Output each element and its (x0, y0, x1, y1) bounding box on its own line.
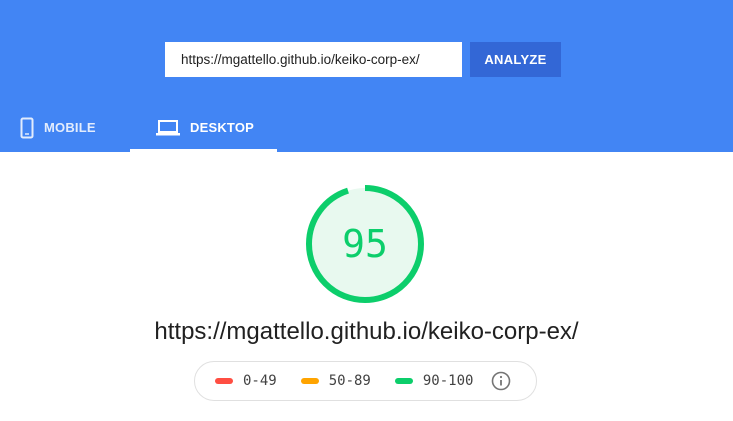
header-bar: ANALYZE MOBILE DESKTOP (0, 0, 733, 152)
score-legend: 0-49 50-89 90-100 (194, 361, 537, 401)
tab-desktop-label: DESKTOP (190, 120, 255, 135)
url-input[interactable] (165, 42, 462, 77)
info-icon[interactable] (491, 371, 511, 391)
tab-mobile-label: MOBILE (44, 120, 96, 135)
legend-label-average: 50-89 (328, 373, 371, 389)
smartphone-icon (20, 117, 34, 139)
legend-swatch-average (300, 378, 319, 384)
legend-item-average: 50-89 (300, 373, 371, 389)
legend-swatch-pass (394, 378, 413, 384)
legend-label-fail: 0-49 (243, 373, 277, 389)
legend-label-pass: 90-100 (422, 373, 474, 389)
laptop-icon (156, 119, 180, 136)
tab-desktop[interactable]: DESKTOP (130, 103, 277, 152)
legend-item-pass: 90-100 (394, 373, 474, 389)
tab-mobile[interactable]: MOBILE (20, 103, 130, 152)
tested-url: https://mgattello.github.io/keiko-corp-e… (154, 318, 579, 345)
legend-swatch-fail (215, 378, 233, 384)
active-tab-indicator (130, 149, 277, 152)
analyze-button[interactable]: ANALYZE (470, 42, 561, 77)
score-value: 95 (342, 222, 388, 266)
legend-item-fail: 0-49 (215, 373, 277, 389)
